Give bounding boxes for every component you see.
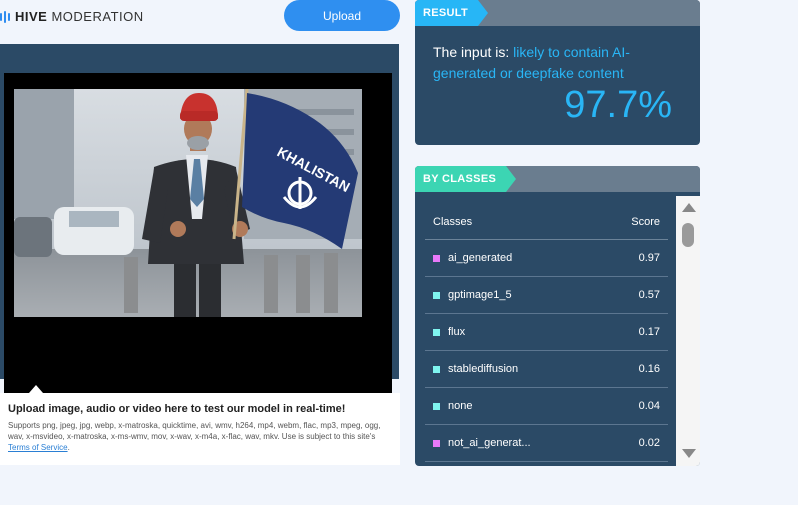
result-card: RESULT The input is: likely to contain A… [415,0,700,145]
class-score: 0.02 [638,437,660,449]
logo-bars-icon [0,10,10,23]
scroll-down-icon[interactable] [682,449,696,458]
class-cell: gptimage1_5 [433,289,512,301]
class-color-swatch [433,365,440,373]
upload-info-formats: Supports png, jpeg, jpg, webp, x-matrosk… [8,420,392,453]
class-cell: stablediffusion [433,363,518,375]
table-row: flux 0.17 [425,314,668,351]
class-name: not_ai_generat... [448,437,531,449]
hive-logo[interactable]: HIVE MODERATION [0,9,144,24]
scroll-up-icon[interactable] [682,203,696,212]
media-frame: KHALISTAN [4,73,392,395]
class-color-swatch [433,439,440,447]
table-row: stablediffusion 0.16 [425,351,668,388]
period-text: . [67,443,70,452]
result-verdict: The input is: likely to contain AI-gener… [433,42,683,84]
class-name: none [448,400,473,412]
class-color-swatch [433,291,440,299]
class-name: flux [448,326,466,338]
class-score: 0.17 [638,326,660,338]
class-name: gptimage1_5 [448,289,512,301]
classes-card: BY CLASSES Classes Score ai_generated 0.9… [415,166,700,466]
supported-formats-text: Supports png, jpeg, jpg, webp, x-matrosk… [8,421,381,441]
logo-text-rest: MODERATION [51,9,144,24]
verdict-prefix: The input is: [433,44,514,60]
class-score: 0.16 [638,363,660,375]
class-name: ai_generated [448,252,513,264]
media-preview-panel: KHALISTAN [0,44,399,395]
class-cell: ai_generated [433,252,512,264]
class-color-swatch [433,328,440,336]
upload-info-title: Upload image, audio or video here to tes… [8,403,346,415]
terms-of-service-link[interactable]: Terms of Service [8,443,68,452]
classes-table-header: Classes Score [425,205,668,240]
class-color-swatch [433,402,440,410]
table-row: gptimage1_5 0.57 [425,277,668,314]
class-score: 0.97 [638,252,660,264]
class-cell: flux [433,326,465,338]
table-row: ai_generated 0.97 [425,240,668,277]
upload-button[interactable]: Upload [284,0,400,31]
col-score: Score [631,216,660,228]
class-cell: none [433,400,472,412]
class-cell: not_ai_generat... [433,437,531,449]
class-score: 0.57 [638,289,660,301]
class-name: stablediffusion [448,363,519,375]
result-card-header: RESULT [415,0,700,26]
classes-table: Classes Score ai_generated 0.97 gptimage1_… [425,205,668,462]
table-row: none 0.04 [425,388,668,425]
class-score: 0.04 [638,400,660,412]
uploaded-image: KHALISTAN [14,89,362,317]
col-classes: Classes [433,216,473,228]
upload-info: Upload image, audio or video here to tes… [0,393,400,465]
confidence-percent: 97.7% [564,84,672,126]
classes-scrollbar[interactable] [676,196,700,466]
upload-info-pointer [29,385,43,393]
result-tag: RESULT [415,0,488,26]
classes-tag: BY CLASSES [415,166,517,192]
table-row: not_ai_generat... 0.02 [425,425,668,462]
class-color-swatch [433,254,440,262]
logo-text-bold: HIVE [15,9,48,24]
classes-card-header: BY CLASSES [415,166,700,192]
scrollbar-thumb[interactable] [682,223,694,247]
